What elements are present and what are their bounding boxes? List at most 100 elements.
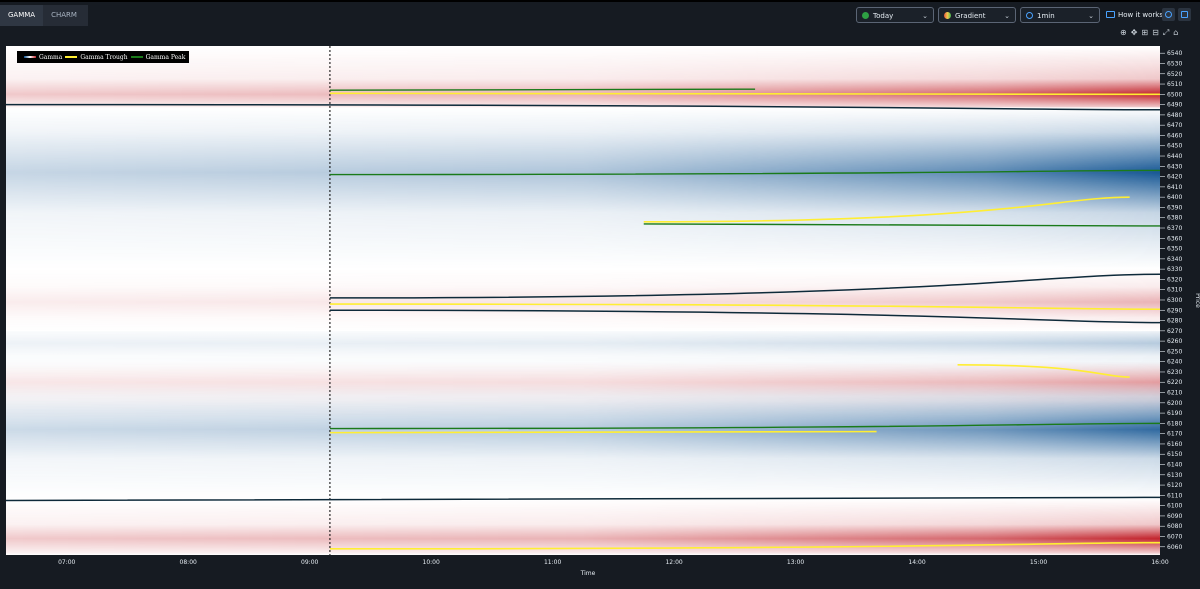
zoom-out-icon[interactable]: ⊟ xyxy=(1152,28,1159,37)
y-tick-label: 6250 xyxy=(1167,348,1182,355)
y-tick-label: 6300 xyxy=(1167,297,1182,304)
y-tick-label: 6530 xyxy=(1167,60,1182,67)
x-tick-label: 10:00 xyxy=(423,559,440,566)
how-it-works-label: How it works? xyxy=(1118,11,1167,19)
y-tick-label: 6520 xyxy=(1167,71,1182,78)
y-tick-label: 6260 xyxy=(1167,338,1182,345)
y-tick-label: 6540 xyxy=(1167,50,1182,57)
home-icon[interactable]: ⌂ xyxy=(1173,28,1178,37)
settings-button[interactable] xyxy=(1162,8,1175,21)
status-dot-icon xyxy=(862,12,869,19)
x-tick-label: 11:00 xyxy=(544,559,561,566)
gamma-heatmap-chart[interactable]: 07:00 08:00 09:00 10:00 11:00 12:00 13:00 14:00… xyxy=(0,38,1200,589)
y-tick-label: 6420 xyxy=(1167,174,1182,181)
tab-bar: GAMMA CHARM xyxy=(0,5,88,26)
y-tick-label: 6360 xyxy=(1167,235,1182,242)
palette-icon xyxy=(944,12,951,19)
y-tick-label: 6160 xyxy=(1167,441,1182,448)
chart-legend: Gamma Gamma Trough Gamma Peak xyxy=(17,51,190,63)
y-tick-label: 6460 xyxy=(1167,132,1182,139)
y-tick-label: 6440 xyxy=(1167,153,1182,160)
y-tick-label: 6320 xyxy=(1167,276,1182,283)
gamma-band-positive xyxy=(6,269,1160,331)
y-tick-label: 6110 xyxy=(1167,492,1182,499)
chevron-down-icon: ⌄ xyxy=(922,12,928,20)
clock-icon xyxy=(1026,12,1033,19)
y-tick-label: 6200 xyxy=(1167,400,1182,407)
y-tick-label: 6500 xyxy=(1167,91,1182,98)
y-tick-label: 6490 xyxy=(1167,102,1182,109)
y-tick-label: 6370 xyxy=(1167,225,1182,232)
tab-charm[interactable]: CHARM xyxy=(43,5,85,26)
gamma-trough-line-0 xyxy=(329,92,1161,96)
y-tick-label: 6390 xyxy=(1167,204,1182,211)
date-select-value: Today xyxy=(873,12,894,20)
tab-gamma[interactable]: GAMMA xyxy=(0,5,44,26)
y-tick-label: 6430 xyxy=(1167,163,1182,170)
y-tick-label: 6240 xyxy=(1167,359,1182,366)
y-tick-label: 6150 xyxy=(1167,451,1182,458)
how-it-works-link[interactable]: How it works? xyxy=(1106,8,1167,22)
gamma-band-positive xyxy=(6,498,1160,555)
expand-icon xyxy=(1181,11,1188,18)
y-tick-label: 6330 xyxy=(1167,266,1182,273)
y-tick-label: 6450 xyxy=(1167,143,1182,150)
y-tick-label: 6410 xyxy=(1167,184,1182,191)
y-tick-label: 6270 xyxy=(1167,328,1182,335)
gear-icon xyxy=(1165,11,1172,18)
y-tick-label: 6100 xyxy=(1167,503,1182,510)
fullscreen-button[interactable] xyxy=(1178,8,1191,21)
style-select[interactable]: Gradient ⌄ xyxy=(938,7,1016,23)
interval-select-value: 1min xyxy=(1037,12,1055,20)
y-tick-label: 6120 xyxy=(1167,482,1182,489)
gamma-trough-line-2 xyxy=(329,430,877,434)
y-tick-label: 6290 xyxy=(1167,307,1182,314)
interval-select[interactable]: 1min ⌄ xyxy=(1020,7,1100,23)
y-tick-label: 6130 xyxy=(1167,472,1182,479)
x-tick-label: 13:00 xyxy=(787,559,804,566)
y-tick-label: 6470 xyxy=(1167,122,1182,129)
y-tick-label: 6230 xyxy=(1167,369,1182,376)
x-axis-title: Time xyxy=(580,570,596,577)
x-tick-label: 09:00 xyxy=(301,559,318,566)
chevron-down-icon: ⌄ xyxy=(1088,12,1094,20)
zoom-icon[interactable]: ⊕ xyxy=(1120,28,1127,37)
y-tick-label: 6280 xyxy=(1167,318,1182,325)
y-tick-label: 6060 xyxy=(1167,544,1182,551)
y-tick-label: 6510 xyxy=(1167,81,1182,88)
x-tick-label: 15:00 xyxy=(1030,559,1047,566)
legend-peak-label: Gamma Peak xyxy=(145,53,186,61)
x-tick-label: 07:00 xyxy=(58,559,75,566)
y-tick-label: 6170 xyxy=(1167,431,1182,438)
x-tick-label: 12:00 xyxy=(665,559,682,566)
y-tick-label: 6340 xyxy=(1167,256,1182,263)
y-tick-label: 6380 xyxy=(1167,215,1182,222)
y-tick-label: 6210 xyxy=(1167,390,1182,397)
y-tick-label: 6220 xyxy=(1167,379,1182,386)
y-tick-label: 6070 xyxy=(1167,533,1182,540)
y-tick-label: 6350 xyxy=(1167,246,1182,253)
x-tick-label: 14:00 xyxy=(908,559,925,566)
x-tick-label: 08:00 xyxy=(180,559,197,566)
legend-trough-swatch xyxy=(65,56,78,58)
y-tick-label: 6190 xyxy=(1167,410,1182,417)
top-border xyxy=(0,0,1200,2)
video-icon xyxy=(1106,11,1115,18)
y-axis-title: Price xyxy=(1194,293,1200,308)
y-tick-label: 6310 xyxy=(1167,287,1182,294)
x-tick-label: 16:00 xyxy=(1151,559,1168,566)
zoom-in-icon[interactable]: ⊞ xyxy=(1141,28,1148,37)
y-tick-label: 6400 xyxy=(1167,194,1182,201)
y-tick-label: 6090 xyxy=(1167,513,1182,520)
legend-gamma-label: Gamma xyxy=(39,53,63,61)
gamma-band-negative xyxy=(6,107,1160,270)
y-tick-label: 6080 xyxy=(1167,523,1182,530)
legend-trough-label: Gamma Trough xyxy=(80,53,128,61)
chart-modebar: ⊕ ✥ ⊞ ⊟ ⤢ ⌂ xyxy=(1120,28,1182,38)
autoscale-icon[interactable]: ⤢ xyxy=(1163,28,1169,37)
pan-icon[interactable]: ✥ xyxy=(1131,28,1138,37)
y-tick-label: 6480 xyxy=(1167,112,1182,119)
y-tick-label: 6140 xyxy=(1167,462,1182,469)
gamma-band-negative xyxy=(6,382,1160,499)
date-select[interactable]: Today ⌄ xyxy=(856,7,934,23)
